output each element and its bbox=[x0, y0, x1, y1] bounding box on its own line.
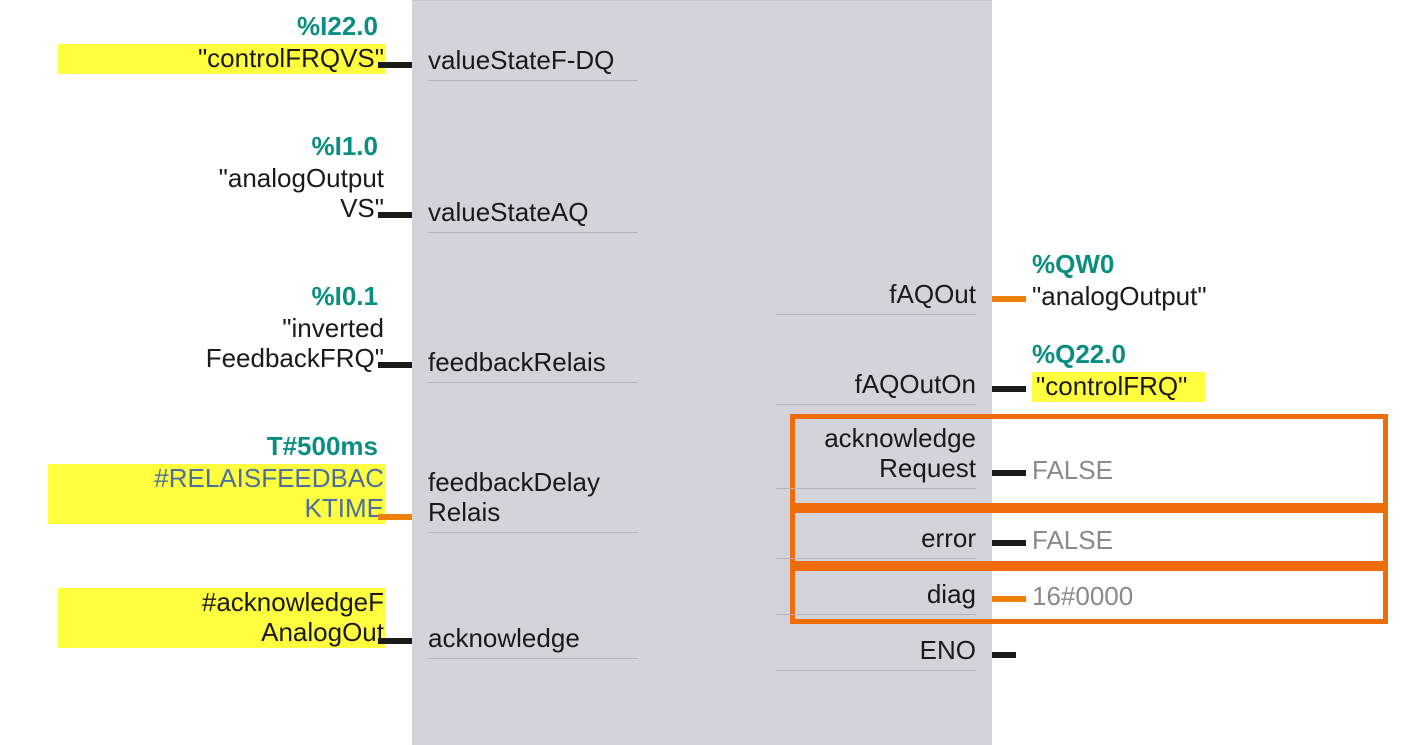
input-address: %I1.0 bbox=[158, 132, 378, 162]
param-underline bbox=[776, 614, 976, 615]
param-underline bbox=[428, 532, 638, 533]
block-output-param: fAQOut bbox=[756, 280, 976, 310]
output-tag: "analogOutput" bbox=[1032, 282, 1207, 312]
input-tag: #RELAISFEEDBAC bbox=[48, 464, 386, 494]
input-address: T#500ms bbox=[48, 432, 378, 462]
input-wire bbox=[378, 62, 412, 68]
output-value: 16#0000 bbox=[1032, 582, 1133, 612]
diagram-stage: { "block": { "x": 412, "y": 0, "w": 580,… bbox=[0, 0, 1410, 745]
block-output-param: acknowledge bbox=[756, 424, 976, 454]
param-underline bbox=[428, 80, 638, 81]
block-output-param: fAQOutOn bbox=[756, 370, 976, 400]
input-wire bbox=[378, 638, 412, 644]
block-input-param: feedbackDelay bbox=[428, 468, 600, 498]
param-underline bbox=[776, 314, 976, 315]
block-output-param: ENO bbox=[756, 636, 976, 666]
output-wire bbox=[992, 540, 1026, 546]
param-underline bbox=[428, 658, 638, 659]
block-input-param: acknowledge bbox=[428, 624, 580, 654]
block-input-param: feedbackRelais bbox=[428, 348, 606, 378]
output-address: %Q22.0 bbox=[1032, 340, 1126, 370]
input-wire bbox=[378, 212, 412, 218]
param-underline bbox=[776, 670, 976, 671]
output-value: FALSE bbox=[1032, 526, 1113, 556]
input-tag: "analogOutput bbox=[158, 164, 386, 194]
input-address: %I0.1 bbox=[148, 282, 378, 312]
input-tag: VS" bbox=[158, 194, 386, 224]
output-address: %QW0 bbox=[1032, 250, 1114, 280]
input-tag: "controlFRQVS" bbox=[58, 44, 386, 74]
param-underline bbox=[428, 232, 638, 233]
param-underline bbox=[776, 488, 976, 489]
block-output-param: Request bbox=[756, 454, 976, 484]
input-tag: AnalogOut bbox=[58, 618, 386, 648]
param-underline bbox=[776, 558, 976, 559]
block-input-param: valueStateF-DQ bbox=[428, 46, 614, 76]
input-tag: "inverted bbox=[148, 314, 386, 344]
input-tag: KTIME bbox=[48, 494, 386, 524]
output-wire bbox=[992, 296, 1026, 302]
param-underline bbox=[428, 382, 638, 383]
input-tag: FeedbackFRQ" bbox=[148, 344, 386, 374]
block-input-param: valueStateAQ bbox=[428, 198, 588, 228]
input-wire bbox=[378, 362, 412, 368]
input-address: %I22.0 bbox=[58, 12, 378, 42]
output-wire bbox=[992, 596, 1026, 602]
output-wire bbox=[992, 470, 1026, 476]
output-wire bbox=[992, 652, 1016, 658]
output-wire bbox=[992, 386, 1026, 392]
output-tag: "controlFRQ" bbox=[1032, 372, 1205, 402]
block-input-param: Relais bbox=[428, 498, 500, 528]
input-wire bbox=[378, 514, 412, 520]
block-output-param: error bbox=[756, 524, 976, 554]
output-value: FALSE bbox=[1032, 456, 1113, 486]
param-underline bbox=[776, 404, 976, 405]
block-output-param: diag bbox=[756, 580, 976, 610]
input-tag: #acknowledgeF bbox=[58, 588, 386, 618]
